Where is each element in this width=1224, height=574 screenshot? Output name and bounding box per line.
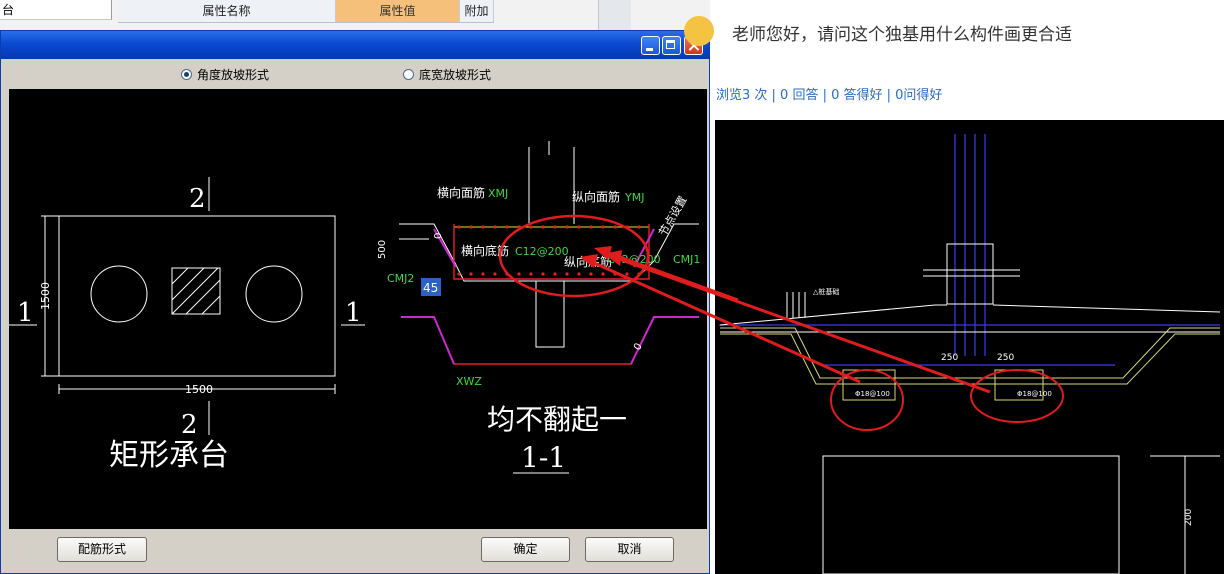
column-header-name[interactable]: 属性名称 [118, 0, 336, 22]
cad-label-pile: △桩基础 [813, 287, 839, 296]
drawing-canvas[interactable]: 1500 1500 2 2 1 1 矩形承台 横向面筋 XMJ 纵向面筋 YMJ… [9, 89, 707, 529]
angle-input-value[interactable]: 45 [423, 281, 438, 295]
minimize-button[interactable] [641, 36, 660, 55]
dim-label-vertical: 1500 [39, 282, 52, 310]
section-label-2-bottom: 2 [181, 410, 198, 440]
property-grid-header: 属性名称 属性值 附加 [118, 0, 494, 23]
plan-pile-right [245, 265, 303, 323]
section-title: 1-1 [521, 441, 566, 474]
dialog-titlebar[interactable] [1, 31, 709, 59]
plan-outline [58, 215, 336, 377]
angle-slope-label[interactable]: 角度放坡形式 [197, 66, 269, 83]
section-label-1-left: 1 [17, 298, 34, 328]
label-xdj-zh: 横向底筋 [461, 243, 509, 258]
foundation-dialog: 角度放坡形式 底宽放坡形式 1500 1500 2 2 1 1 矩形承台 横向面… [0, 30, 710, 574]
label-height-500: 500 [377, 240, 388, 259]
label-xwz: XWZ [456, 375, 482, 388]
question-title: 老师您好，请问这个独基用什么构件画更合适 [732, 25, 1072, 45]
dim-label-horizontal: 1500 [185, 383, 213, 396]
label-xmj-zh: 横向面筋 [437, 185, 485, 200]
cad-dim-200: 200 [1184, 509, 1194, 526]
label-ymj: YMJ [624, 191, 644, 204]
column-header-value[interactable]: 属性值 [336, 0, 460, 22]
label-o-right: 0 [632, 341, 645, 352]
cad-rebar-b: Φ18@100 [1017, 390, 1052, 398]
cad-pile-hatch [786, 292, 806, 318]
column-bars [719, 134, 1220, 366]
maximize-button[interactable] [662, 36, 681, 55]
cancel-button[interactable]: 取消 [585, 537, 674, 562]
width-slope-label[interactable]: 底宽放坡形式 [419, 66, 491, 83]
foundation-drawing: 1500 1500 2 2 1 1 矩形承台 横向面筋 XMJ 纵向面筋 YMJ… [9, 141, 700, 474]
cad-rebar-a: Φ18@100 [855, 390, 890, 398]
width-slope-radio[interactable] [403, 69, 414, 80]
cad-outline [719, 243, 1221, 574]
ok-button[interactable]: 确定 [481, 537, 570, 562]
plan-pile-left [90, 265, 148, 323]
cad-dim-250-b: 250 [997, 353, 1014, 363]
plan-title: 矩形承台 [109, 438, 229, 473]
column-header-extra[interactable]: 附加 [460, 0, 494, 22]
tree-item-label[interactable]: 台 [0, 0, 112, 20]
cad-pile-cap [720, 327, 1220, 401]
column-hatch [171, 267, 221, 315]
question-stats[interactable]: 浏览3 次 | 0 回答 | 0 答得好 | 0问得好 [716, 84, 942, 103]
note-text: 均不翻起一 [487, 403, 627, 436]
label-rebar-2: C12@200 [607, 253, 661, 266]
cad-image-drawing: △桩基础 250 250 200 Φ18@100 Φ18@100 [719, 134, 1221, 574]
cad-dim-250-a: 250 [941, 353, 958, 363]
question-cad-image: △桩基础 250 250 200 Φ18@100 Φ18@100 [715, 120, 1224, 574]
rebar-form-button[interactable]: 配筋形式 [57, 537, 147, 562]
label-xmj: XMJ [488, 187, 508, 200]
label-cmj1: CMJ1 [673, 253, 700, 266]
label-rebar-1: C12@200 [515, 245, 569, 258]
label-ydj-zh: 纵向底筋 [564, 254, 612, 269]
qa-panel: 老师您好，请问这个独基用什么构件画更合适 浏览3 次 | 0 回答 | 0 答得… [684, 0, 1224, 574]
user-avatar [684, 16, 714, 46]
angle-slope-radio[interactable] [181, 69, 192, 80]
label-node-setting: 节点设置 [656, 194, 689, 239]
label-cmj2: CMJ2 [387, 272, 414, 285]
slope-mode-radio-group: 角度放坡形式 底宽放坡形式 [7, 61, 703, 87]
label-ymj-zh: 纵向面筋 [572, 189, 620, 204]
section-label-1-right: 1 [345, 298, 362, 328]
label-o-left: 0 [433, 233, 444, 239]
section-label-2-top: 2 [189, 184, 206, 214]
